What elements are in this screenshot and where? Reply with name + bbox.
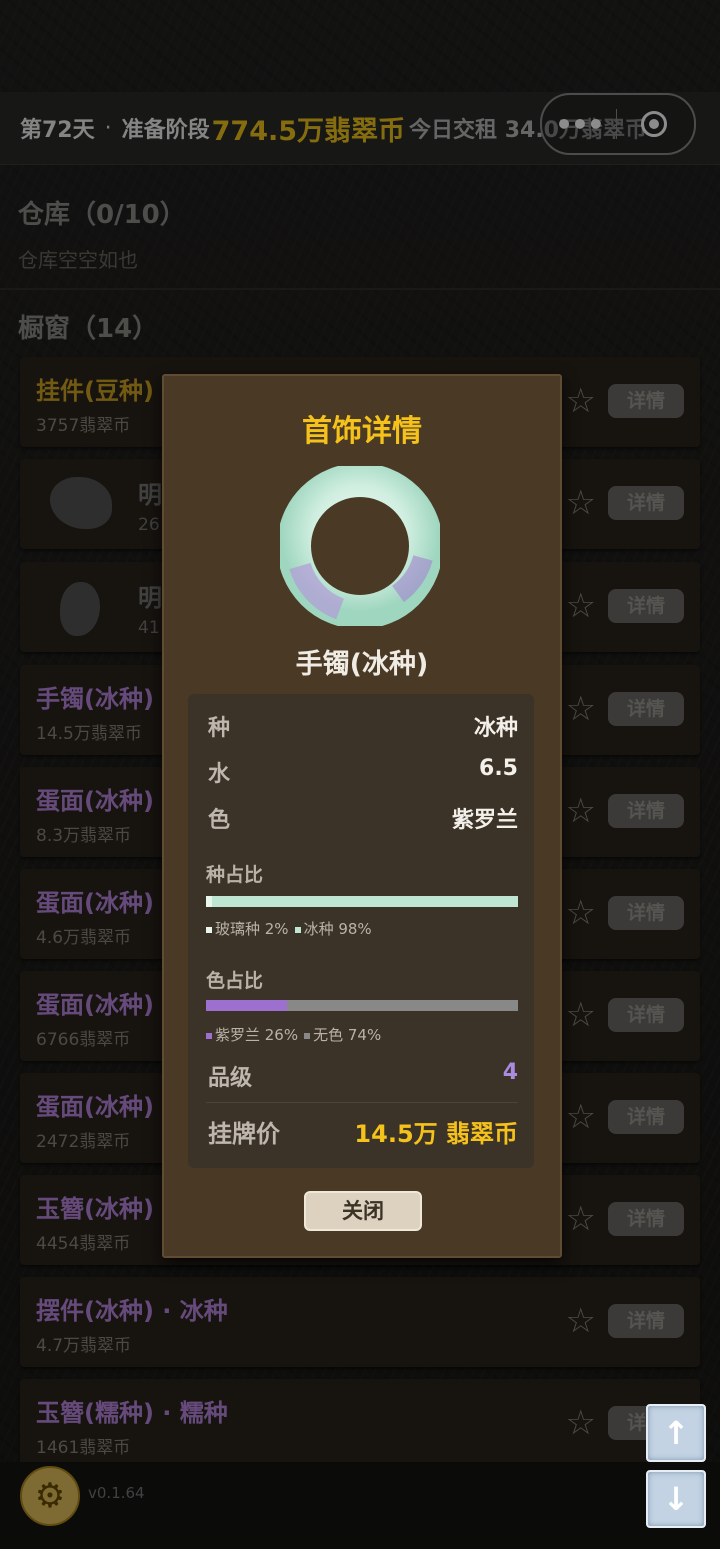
type-ratio-legend-item: 冰种 98% [294, 920, 372, 938]
dialog-title: 首饰详情 [302, 414, 422, 449]
jewelry-detail-dialog: 首饰详情 手镯(冰种) 种 冰种 水 6.5 色 紫罗兰 种占比 玻璃种 2% … [162, 374, 562, 1258]
color-ratio-segment [287, 1000, 518, 1011]
type-ratio-legend-item: 玻璃种 2% [206, 920, 289, 938]
color-ratio-segment [206, 1000, 288, 1011]
type-ratio-segment [212, 896, 518, 907]
attribute-row: 水 6.5 [208, 756, 518, 796]
attribute-key: 色 [208, 808, 231, 833]
attribute-key: 种 [208, 716, 231, 741]
legend-swatch [206, 926, 212, 933]
type-ratio-bar [206, 896, 518, 907]
listing-price-value: 14.5万 翡翠币 [354, 1120, 518, 1148]
bangle-image [280, 466, 440, 626]
legend-text: 无色 74% [313, 1026, 382, 1044]
color-ratio-title: 色占比 [206, 970, 264, 992]
arrow-up-icon: ↑ [662, 1414, 690, 1452]
arrow-down-icon: ↓ [662, 1480, 690, 1518]
legend-swatch [294, 926, 301, 933]
attribute-value: 冰种 [473, 716, 518, 741]
legend-swatch [206, 1032, 212, 1039]
attribute-key: 水 [208, 762, 231, 787]
legend-text: 玻璃种 2% [215, 920, 289, 938]
listing-price-row: 挂牌价 14.5万 翡翠币 [208, 1114, 518, 1154]
listing-price-label: 挂牌价 [208, 1120, 280, 1148]
grade-row: 品级 4 [208, 1060, 518, 1100]
legend-text: 紫罗兰 26% [215, 1026, 299, 1044]
attribute-panel: 种 冰种 水 6.5 色 紫罗兰 种占比 玻璃种 2% 冰种 98% 色占比 紫罗… [188, 694, 534, 1168]
color-ratio-legend-item: 紫罗兰 26% [206, 1026, 298, 1044]
legend-swatch [304, 1032, 311, 1039]
grade-value: 4 [502, 1060, 518, 1085]
type-ratio-title: 种占比 [206, 864, 264, 886]
close-button[interactable]: 关闭 [304, 1191, 422, 1231]
color-ratio-legend-item: 无色 74% [304, 1026, 381, 1044]
attribute-value: 6.5 [479, 756, 518, 781]
scroll-down-button[interactable]: ↓ [646, 1470, 706, 1528]
color-ratio-legend: 紫罗兰 26% 无色 74% [206, 1024, 387, 1045]
attribute-row: 色 紫罗兰 [208, 802, 518, 842]
scroll-up-button[interactable]: ↑ [646, 1404, 706, 1462]
color-ratio-bar [206, 1000, 518, 1011]
item-name: 手镯(冰种) [295, 649, 429, 680]
type-ratio-legend: 玻璃种 2% 冰种 98% [206, 918, 378, 939]
attribute-value: 紫罗兰 [451, 808, 518, 833]
attribute-row: 种 冰种 [208, 710, 518, 750]
divider [206, 1102, 518, 1103]
legend-text: 冰种 98% [303, 920, 372, 938]
grade-label: 品级 [208, 1066, 253, 1091]
